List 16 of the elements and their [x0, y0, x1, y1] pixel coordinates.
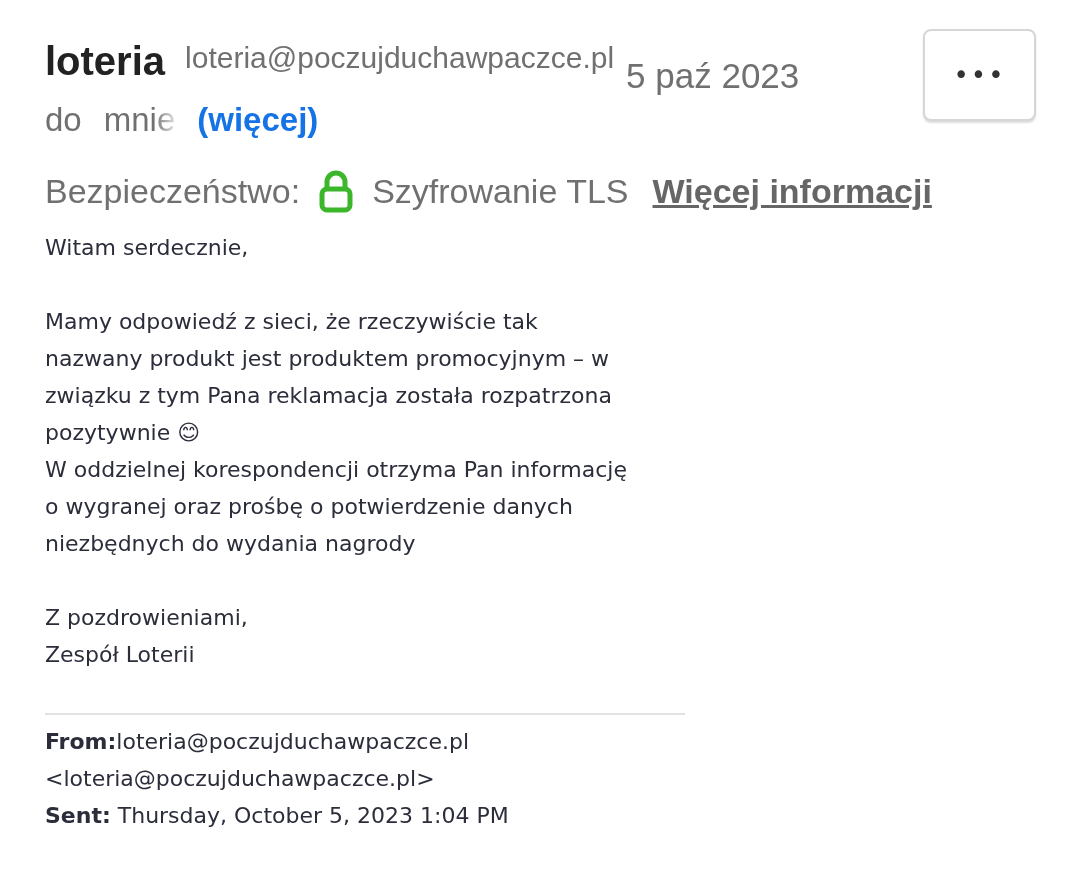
quoted-header-line: Sent: Thursday, October 5, 2023 1:04 PM — [45, 802, 510, 830]
lock-icon — [318, 169, 355, 213]
recipient-prefix: do — [45, 101, 82, 139]
encryption-label: Szyfrowanie TLS — [372, 171, 629, 211]
message-paragraph: Witam serdecznie, — [45, 234, 250, 262]
quoted-header-line: From:loteria@poczujduchawpaczce.pl — [45, 728, 471, 756]
message-paragraph: Mamy odpowiedź z sieci, że rzeczywiście tak nazwany produkt jest produktem promocyjnym – w związku z tym Pana reklamacja została rozpatrzona pozytywnie 😊 W oddzielnej korespondencji otrzyma Pan informację o wygranej oraz prośbę o potwierdzenie danych niezbędnych do wydania nagrody — [45, 308, 628, 558]
more-link[interactable]: (więcej) — [197, 101, 319, 139]
more-button[interactable]: ••• — [923, 29, 1036, 121]
date: 5 paź 2023 — [626, 56, 800, 96]
message-paragraph: Z pozdrowieniami, Zespół Loterii — [45, 604, 249, 669]
security-label: Bezpieczeństwo: — [45, 171, 301, 211]
sender-email: loteria@poczujduchawpaczce.pl — [185, 41, 615, 75]
sender-name: loteria — [45, 39, 166, 84]
quoted-header-line: <loteria@poczujduchawpaczce.pl> — [45, 765, 436, 793]
more-info-link[interactable]: Więcej informacji — [652, 171, 932, 211]
